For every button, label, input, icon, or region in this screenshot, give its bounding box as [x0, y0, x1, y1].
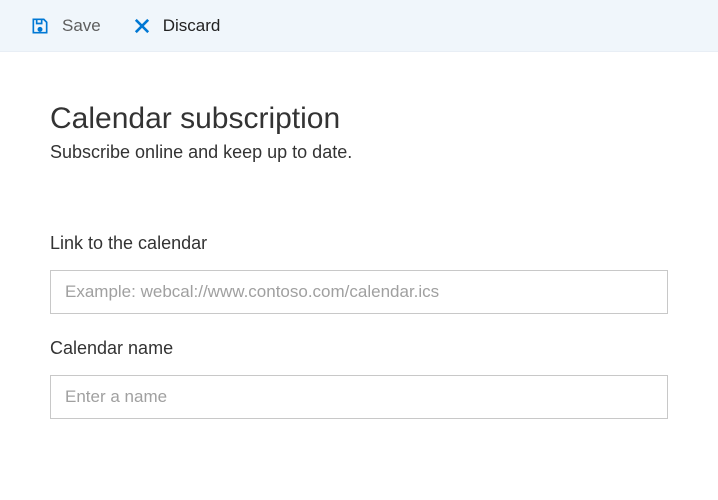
name-field-label: Calendar name	[50, 338, 668, 359]
toolbar: Save Discard	[0, 0, 718, 52]
page-subtitle: Subscribe online and keep up to date.	[50, 142, 668, 163]
close-icon	[133, 17, 151, 35]
discard-button[interactable]: Discard	[133, 16, 221, 36]
discard-button-label: Discard	[163, 16, 221, 36]
main-content: Calendar subscription Subscribe online a…	[0, 52, 718, 419]
name-field-group: Calendar name	[50, 338, 668, 419]
calendar-name-input[interactable]	[50, 375, 668, 419]
save-button[interactable]: Save	[30, 16, 101, 36]
link-field-group: Link to the calendar	[50, 233, 668, 314]
page-title: Calendar subscription	[50, 102, 668, 136]
save-icon	[30, 16, 50, 36]
save-button-label: Save	[62, 16, 101, 36]
calendar-link-input[interactable]	[50, 270, 668, 314]
link-field-label: Link to the calendar	[50, 233, 668, 254]
